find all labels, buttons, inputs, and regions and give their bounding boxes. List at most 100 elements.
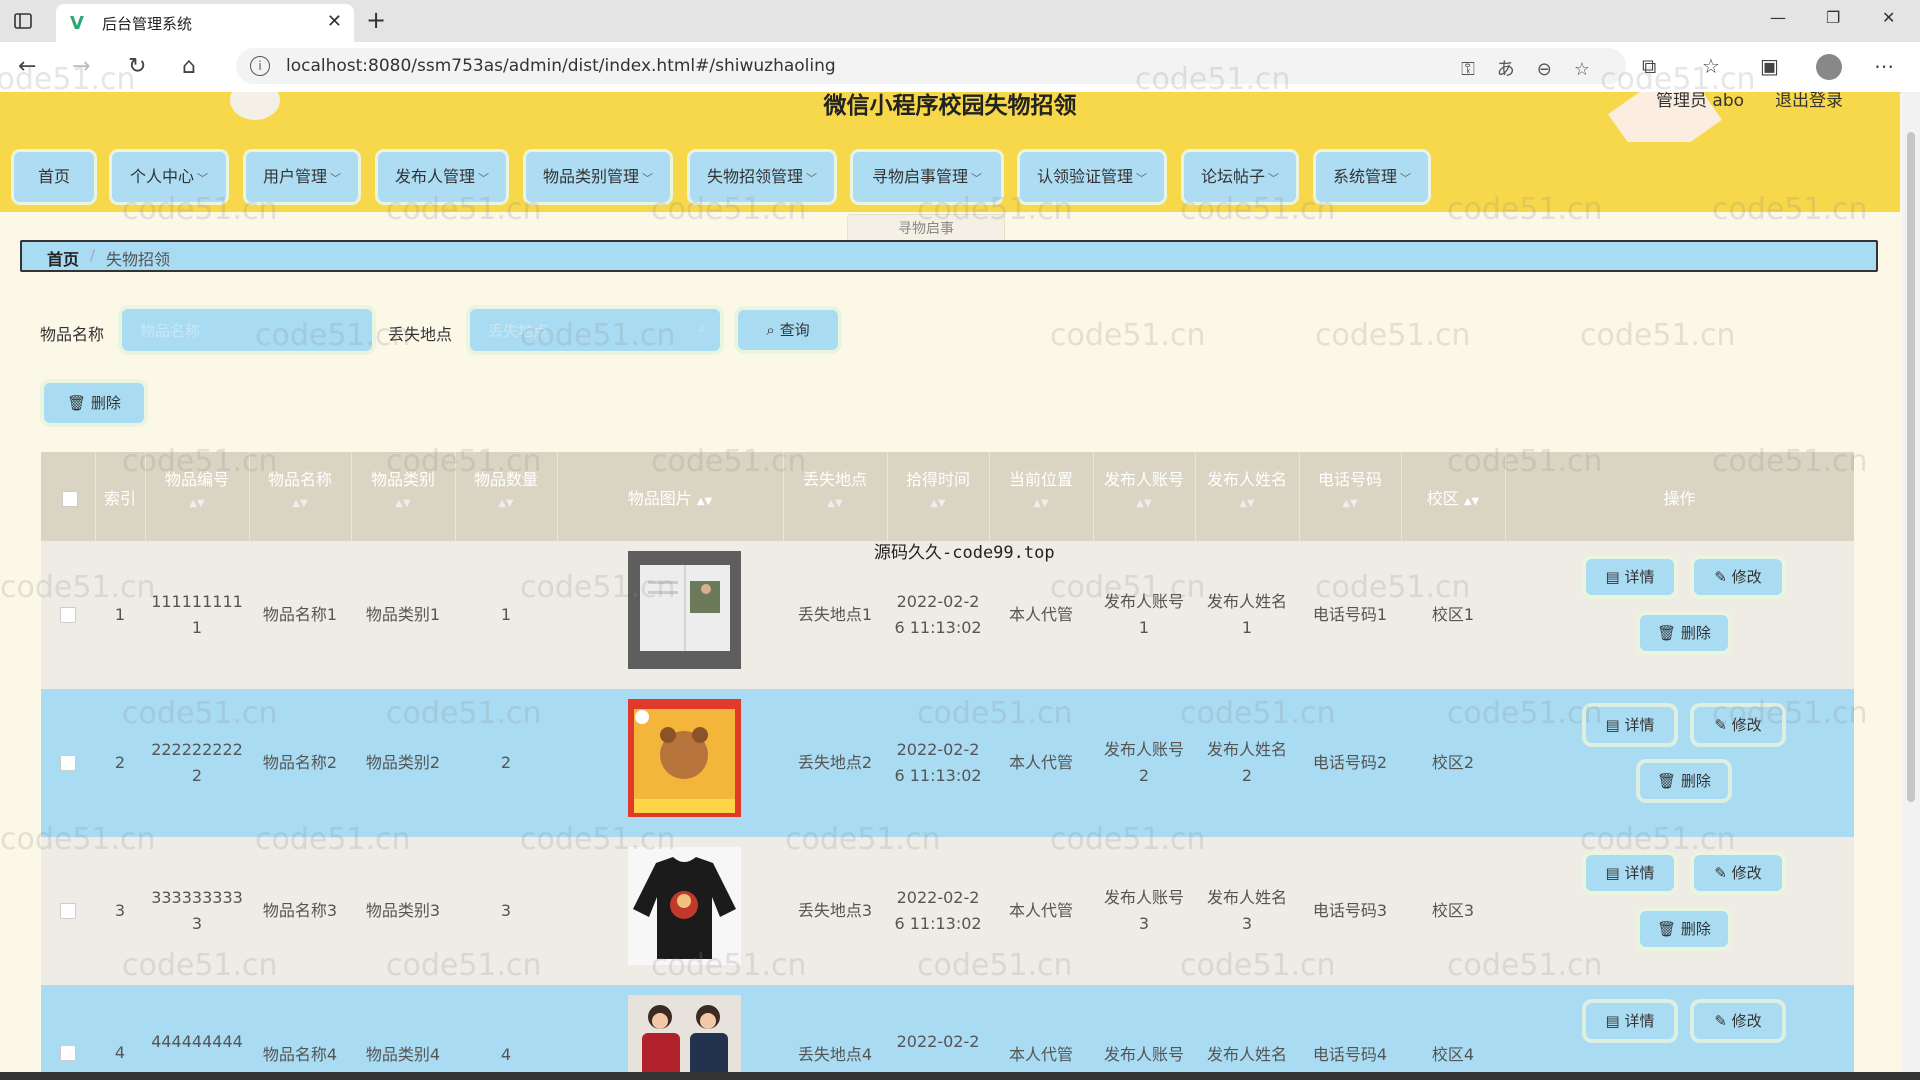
new-tab-icon[interactable]: + — [366, 6, 386, 34]
sort-icon[interactable]: ▲▼ — [697, 496, 712, 507]
header-code[interactable]: 物品编号 ▲▼ — [145, 452, 250, 541]
close-window-icon[interactable]: ✕ — [1882, 8, 1895, 27]
header-publisher-name[interactable]: 发布人姓名 ▲▼ — [1195, 452, 1300, 541]
header-lost-place[interactable]: 丢失地点 ▲▼ — [783, 452, 888, 541]
sort-icon[interactable]: ▲▼ — [455, 498, 557, 509]
detail-button[interactable]: ▤ 详情 — [1586, 855, 1674, 891]
sort-icon[interactable]: ▲▼ — [1093, 498, 1195, 509]
header-label: 丢失地点 — [802, 470, 867, 489]
sort-icon[interactable]: ▲▼ — [1464, 496, 1479, 507]
header-label: 发布人账号 — [1103, 470, 1184, 489]
delete-button[interactable]: 🗑 删除 — [1640, 763, 1728, 799]
menu-item-forum[interactable]: 论坛帖子 ﹀ — [1184, 152, 1296, 202]
menu-item-personal[interactable]: 个人中心 ﹀ — [112, 152, 226, 202]
menu-item-lost-notice[interactable]: 寻物启事管理 ﹀ — [853, 152, 1001, 202]
lost-place-input[interactable]: 丢失地点 ⌕ — [470, 309, 720, 351]
edit-button[interactable]: ✎ 修改 — [1694, 707, 1782, 743]
header-label: 物品数量 — [473, 470, 538, 489]
close-tab-icon[interactable]: ✕ — [327, 11, 342, 32]
sort-icon[interactable]: ▲▼ — [989, 498, 1093, 509]
cell-text: 3 — [1138, 914, 1150, 933]
header-publisher-account[interactable]: 发布人账号 ▲▼ — [1093, 452, 1196, 541]
cell-name: 物品名称1 — [262, 605, 338, 624]
sort-icon[interactable]: ▲▼ — [1299, 498, 1401, 509]
restore-icon[interactable]: ❐ — [1826, 8, 1840, 27]
detail-button[interactable]: ▤ 详情 — [1586, 1003, 1674, 1039]
menu-item-claim-verify[interactable]: 认领验证管理 ﹀ — [1020, 152, 1164, 202]
header-location[interactable]: 当前位置 ▲▼ — [989, 452, 1094, 541]
browser-tab[interactable]: V 后台管理系统 ✕ — [56, 4, 354, 42]
edit-button[interactable]: ✎ 修改 — [1694, 1003, 1782, 1039]
row-checkbox[interactable] — [60, 607, 76, 623]
breadcrumb: 首页 / 失物招领 — [20, 240, 1878, 272]
address-actions-icons[interactable]: ⚿あ⊖☆ — [1461, 55, 1612, 81]
reload-icon[interactable]: ↻ — [128, 54, 146, 79]
cell-phone: 电话号码1 — [1312, 605, 1388, 624]
cell-code: 222222222 2 — [145, 689, 249, 837]
menu-item-lost-found[interactable]: 失物招领管理 ﹀ — [690, 152, 834, 202]
header-campus[interactable]: 校区 ▲▼ — [1401, 452, 1506, 541]
header-image[interactable]: 物品图片 ▲▼ — [557, 452, 784, 541]
detail-button[interactable]: ▤ 详情 — [1586, 559, 1674, 595]
collections-icon[interactable]: ▣ — [1760, 54, 1779, 78]
sort-icon[interactable]: ▲▼ — [1195, 498, 1299, 509]
menu-item-system[interactable]: 系统管理 ﹀ — [1316, 152, 1428, 202]
item-thumbnail-clothing[interactable] — [628, 995, 741, 1075]
item-thumbnail-book[interactable] — [628, 551, 741, 669]
site-info-icon[interactable]: i — [250, 56, 270, 76]
cell-name: 物品名称3 — [262, 901, 338, 920]
sort-icon[interactable]: ▲▼ — [887, 498, 989, 509]
cell-publisher-account: 发布人账号 — [1103, 1045, 1184, 1064]
home-icon[interactable]: ⌂ — [182, 54, 196, 79]
query-button[interactable]: ⌕ 查询 — [738, 310, 838, 350]
url-field[interactable]: i localhost:8080/ssm753as/admin/dist/ind… — [236, 48, 1626, 84]
header-name[interactable]: 物品名称 ▲▼ — [249, 452, 352, 541]
header-quantity[interactable]: 物品数量 ▲▼ — [455, 452, 558, 541]
sort-icon[interactable]: ▲▼ — [351, 498, 455, 509]
select-all-checkbox[interactable] — [62, 491, 78, 507]
item-thumbnail-sweater[interactable] — [628, 847, 741, 965]
breadcrumb-home[interactable]: 首页 — [47, 246, 79, 270]
row-checkbox[interactable] — [60, 903, 76, 919]
sort-icon[interactable]: ▲▼ — [783, 498, 887, 509]
menu-item-publishers[interactable]: 发布人管理 ﹀ — [378, 152, 506, 202]
delete-button[interactable]: 🗑 删除 — [1640, 911, 1728, 947]
scrollbar-thumb[interactable] — [1907, 132, 1915, 802]
row-checkbox[interactable] — [60, 1045, 76, 1061]
edit-icon: ✎ — [1714, 716, 1727, 734]
profile-avatar[interactable] — [1816, 54, 1842, 80]
extensions-icon[interactable]: ⧉ — [1642, 54, 1656, 78]
batch-delete-button[interactable]: 🗑 删除 — [44, 383, 144, 423]
sort-icon[interactable]: ▲▼ — [145, 498, 249, 509]
chevron-down-icon: ﹀ — [1136, 172, 1147, 185]
cell-index: 1 — [114, 605, 126, 624]
header-pickup-time[interactable]: 拾得时间 ▲▼ — [887, 452, 990, 541]
forward-icon[interactable]: → — [72, 54, 90, 79]
sidebar-toggle-icon[interactable] — [12, 10, 34, 32]
row-checkbox[interactable] — [60, 755, 76, 771]
menu-item-categories[interactable]: 物品类别管理 ﹀ — [526, 152, 670, 202]
logout-link[interactable]: 退出登录 — [1775, 92, 1843, 111]
more-icon[interactable]: ⋯ — [1874, 54, 1894, 78]
sort-icon[interactable]: ▲▼ — [249, 498, 351, 509]
button-label: 详情 — [1624, 1012, 1655, 1030]
detail-button[interactable]: ▤ 详情 — [1586, 707, 1674, 743]
header-phone[interactable]: 电话号码 ▲▼ — [1299, 452, 1402, 541]
edit-button[interactable]: ✎ 修改 — [1694, 855, 1782, 891]
vertical-scrollbar[interactable] — [1902, 92, 1920, 1080]
cell-text: 发布人账号 — [1103, 888, 1184, 907]
cell-location: 本人代管 — [1008, 753, 1073, 772]
back-icon[interactable]: ← — [18, 54, 36, 79]
header-category[interactable]: 物品类别 ▲▼ — [351, 452, 456, 541]
header-label: 物品类别 — [370, 470, 435, 489]
item-name-input[interactable]: 物品名称 — [122, 309, 372, 351]
delete-button[interactable]: 🗑 删除 — [1640, 615, 1728, 651]
header-index: 索引 — [95, 452, 146, 541]
edit-button[interactable]: ✎ 修改 — [1694, 559, 1782, 595]
minimize-icon[interactable]: — — [1770, 8, 1786, 27]
menu-item-home[interactable]: 首页 — [14, 152, 94, 202]
favorites-icon[interactable]: ☆ — [1702, 54, 1720, 78]
item-thumbnail-snack-box[interactable] — [628, 699, 741, 817]
menu-label: 个人中心 — [129, 167, 194, 186]
menu-item-users[interactable]: 用户管理 ﹀ — [246, 152, 358, 202]
